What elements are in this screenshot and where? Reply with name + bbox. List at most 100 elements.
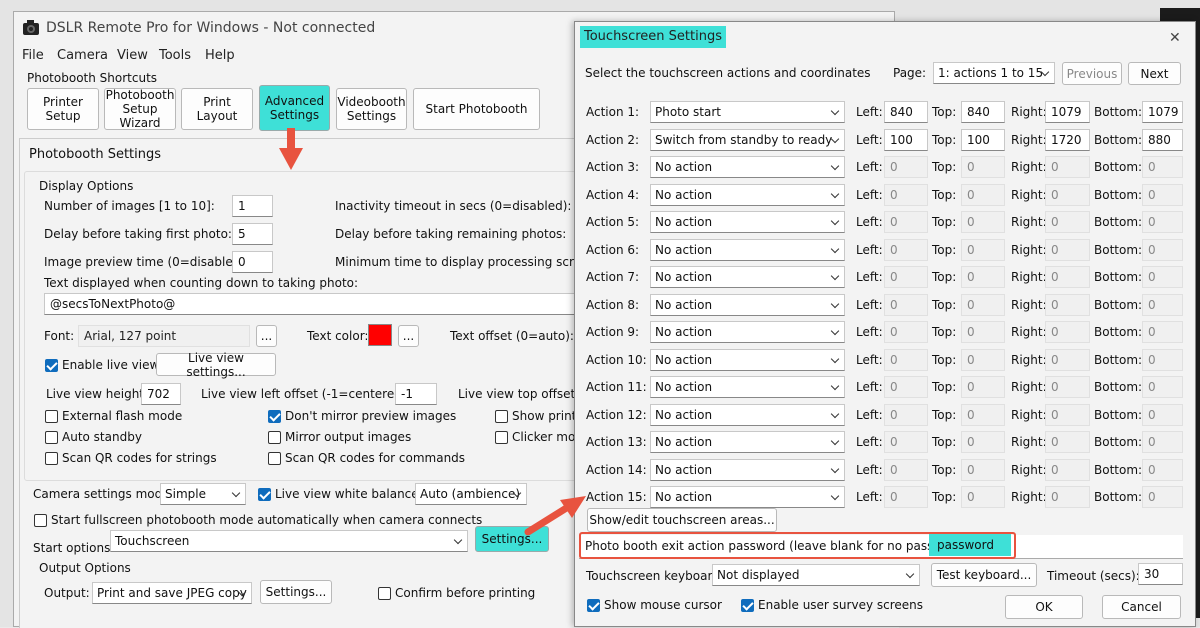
right-input[interactable]: 0 [1045, 349, 1090, 371]
ok-button[interactable]: OK [1005, 595, 1083, 619]
action-select[interactable]: No action [650, 321, 845, 343]
bottom-input[interactable]: 0 [1142, 266, 1183, 288]
left-input[interactable]: 0 [884, 459, 928, 481]
top-input[interactable]: 100 [961, 129, 1005, 151]
confirm-printing-checkbox[interactable] [378, 587, 391, 600]
start-fullscreen-checkbox[interactable] [34, 514, 47, 527]
output-settings-button[interactable]: Settings... [260, 580, 332, 604]
bottom-input[interactable]: 0 [1142, 486, 1183, 508]
bottom-input[interactable]: 0 [1142, 239, 1183, 261]
delay-first-input[interactable]: 5 [232, 223, 273, 245]
bottom-input[interactable]: 0 [1142, 376, 1183, 398]
right-input[interactable]: 0 [1045, 184, 1090, 206]
action-select[interactable]: No action [650, 459, 845, 481]
right-input[interactable]: 0 [1045, 266, 1090, 288]
scan-qr-commands-checkbox[interactable] [268, 452, 281, 465]
external-flash-checkbox[interactable] [45, 410, 58, 423]
next-page-button[interactable]: Next [1128, 62, 1181, 85]
action-select[interactable]: No action [650, 156, 845, 178]
right-input[interactable]: 1079 [1045, 101, 1090, 123]
menu-view[interactable]: View [117, 48, 148, 63]
bottom-input[interactable]: 0 [1142, 294, 1183, 316]
mirror-output-checkbox[interactable] [268, 431, 281, 444]
top-input[interactable]: 0 [961, 211, 1005, 233]
action-select[interactable]: No action [650, 294, 845, 316]
font-picker-button[interactable]: ... [256, 325, 277, 347]
live-view-height-input[interactable]: 702 [141, 383, 181, 405]
right-input[interactable]: 0 [1045, 239, 1090, 261]
num-images-input[interactable]: 1 [232, 195, 273, 217]
countdown-text-input[interactable]: @secsToNextPhoto@ [44, 293, 592, 315]
left-input[interactable]: 840 [884, 101, 928, 123]
text-color-swatch[interactable] [368, 324, 392, 346]
action-select[interactable]: No action [650, 404, 845, 426]
bottom-input[interactable]: 1079 [1142, 101, 1183, 123]
live-view-white-balance-checkbox[interactable] [258, 488, 271, 501]
left-input[interactable]: 0 [884, 156, 928, 178]
left-input[interactable]: 0 [884, 486, 928, 508]
live-view-left-offset-input[interactable]: -1 [395, 383, 437, 405]
left-input[interactable]: 0 [884, 349, 928, 371]
right-input[interactable]: 0 [1045, 321, 1090, 343]
text-color-picker-button[interactable]: ... [398, 325, 419, 347]
action-select[interactable]: No action [650, 239, 845, 261]
timeout-input[interactable]: 30 [1138, 563, 1183, 585]
left-input[interactable]: 0 [884, 321, 928, 343]
print-layout-button[interactable]: Print Layout [181, 88, 253, 130]
left-input[interactable]: 0 [884, 266, 928, 288]
top-input[interactable]: 0 [961, 156, 1005, 178]
live-view-settings-button[interactable]: Live view settings... [156, 351, 276, 379]
menu-help[interactable]: Help [205, 48, 235, 63]
right-input[interactable]: 0 [1045, 431, 1090, 453]
top-input[interactable]: 840 [961, 101, 1005, 123]
left-input[interactable]: 0 [884, 404, 928, 426]
menu-tools[interactable]: Tools [159, 48, 191, 63]
scan-qr-strings-checkbox[interactable] [45, 452, 58, 465]
show-print-checkbox[interactable] [495, 410, 508, 423]
start-options-select[interactable]: Touchscreen [110, 530, 468, 552]
photobooth-setup-wizard-button[interactable]: Photobooth Setup Wizard [104, 88, 176, 130]
left-input[interactable]: 0 [884, 184, 928, 206]
top-input[interactable]: 0 [961, 349, 1005, 371]
action-select[interactable]: No action [650, 211, 845, 233]
right-input[interactable]: 0 [1045, 156, 1090, 178]
right-input[interactable]: 1720 [1045, 129, 1090, 151]
right-input[interactable]: 0 [1045, 486, 1090, 508]
bottom-input[interactable]: 880 [1142, 129, 1183, 151]
action-select[interactable]: No action [650, 184, 845, 206]
left-input[interactable]: 0 [884, 294, 928, 316]
left-input[interactable]: 100 [884, 129, 928, 151]
videobooth-settings-button[interactable]: Videobooth Settings [336, 88, 407, 130]
left-input[interactable]: 0 [884, 431, 928, 453]
test-keyboard-button[interactable]: Test keyboard... [931, 563, 1037, 587]
right-input[interactable]: 0 [1045, 376, 1090, 398]
top-input[interactable]: 0 [961, 376, 1005, 398]
top-input[interactable]: 0 [961, 184, 1005, 206]
white-balance-select[interactable]: Auto (ambience) [415, 483, 527, 505]
action-select[interactable]: No action [650, 349, 845, 371]
dont-mirror-checkbox[interactable] [268, 410, 281, 423]
bottom-input[interactable]: 0 [1142, 321, 1183, 343]
preview-time-input[interactable]: 0 [232, 251, 273, 273]
enable-survey-checkbox[interactable] [741, 599, 754, 612]
cancel-button[interactable]: Cancel [1102, 595, 1181, 619]
show-edit-touchscreen-areas-button[interactable]: Show/edit touchscreen areas... [587, 508, 777, 532]
camera-settings-mode-select[interactable]: Simple [160, 483, 246, 505]
printer-setup-button[interactable]: Printer Setup [27, 88, 99, 130]
top-input[interactable]: 0 [961, 294, 1005, 316]
action-select[interactable]: No action [650, 376, 845, 398]
bottom-input[interactable]: 0 [1142, 431, 1183, 453]
advanced-settings-button[interactable]: Advanced Settings [259, 85, 330, 131]
top-input[interactable]: 0 [961, 431, 1005, 453]
right-input[interactable]: 0 [1045, 211, 1090, 233]
bottom-input[interactable]: 0 [1142, 349, 1183, 371]
action-select[interactable]: No action [650, 431, 845, 453]
left-input[interactable]: 0 [884, 376, 928, 398]
top-input[interactable]: 0 [961, 321, 1005, 343]
bottom-input[interactable]: 0 [1142, 459, 1183, 481]
bottom-input[interactable]: 0 [1142, 156, 1183, 178]
show-mouse-cursor-checkbox[interactable] [587, 599, 600, 612]
top-input[interactable]: 0 [961, 459, 1005, 481]
top-input[interactable]: 0 [961, 239, 1005, 261]
clicker-mode-checkbox[interactable] [495, 431, 508, 444]
